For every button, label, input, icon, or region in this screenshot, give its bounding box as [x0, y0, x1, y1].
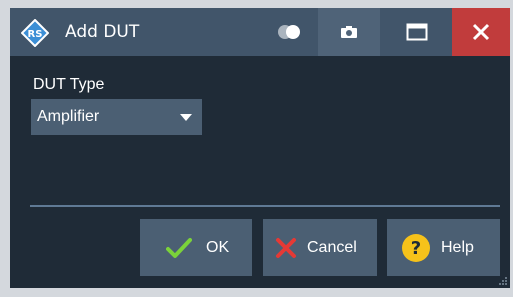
- title-bar[interactable]: RS Add DUT: [10, 8, 510, 56]
- maximize-icon: [406, 23, 428, 41]
- cancel-x-icon: [276, 237, 296, 258]
- help-button[interactable]: ? Help: [387, 219, 500, 276]
- checkmark-icon: [166, 237, 192, 258]
- app-logo-icon: RS: [21, 19, 49, 47]
- toggle-button[interactable]: [260, 8, 318, 56]
- dut-type-label: DUT Type: [33, 76, 105, 93]
- dut-type-select[interactable]: Amplifier: [31, 99, 202, 135]
- svg-text:RS: RS: [28, 29, 43, 40]
- help-icon: ?: [402, 233, 430, 262]
- ok-button[interactable]: OK: [140, 219, 252, 276]
- window-title: Add DUT: [65, 22, 140, 42]
- cancel-label: Cancel: [307, 238, 357, 256]
- add-dut-dialog: RS Add DUT DUT Type Amplifier OK Cancel …: [0, 0, 513, 297]
- cancel-button[interactable]: Cancel: [263, 219, 377, 276]
- toggle-icon: [278, 25, 300, 39]
- resize-grip-icon[interactable]: [498, 276, 508, 286]
- maximize-button[interactable]: [388, 8, 446, 56]
- chevron-down-icon: [180, 114, 192, 121]
- camera-icon: [341, 26, 357, 38]
- dut-type-value: Amplifier: [37, 108, 100, 125]
- close-button[interactable]: [452, 8, 510, 56]
- close-icon: [472, 23, 490, 41]
- help-label: Help: [441, 238, 474, 256]
- dialog-body: DUT Type Amplifier OK Cancel ? Help: [10, 56, 510, 288]
- ok-label: OK: [206, 238, 230, 256]
- divider: [30, 205, 500, 207]
- screenshot-button[interactable]: [318, 8, 380, 56]
- svg-text:?: ?: [411, 238, 421, 259]
